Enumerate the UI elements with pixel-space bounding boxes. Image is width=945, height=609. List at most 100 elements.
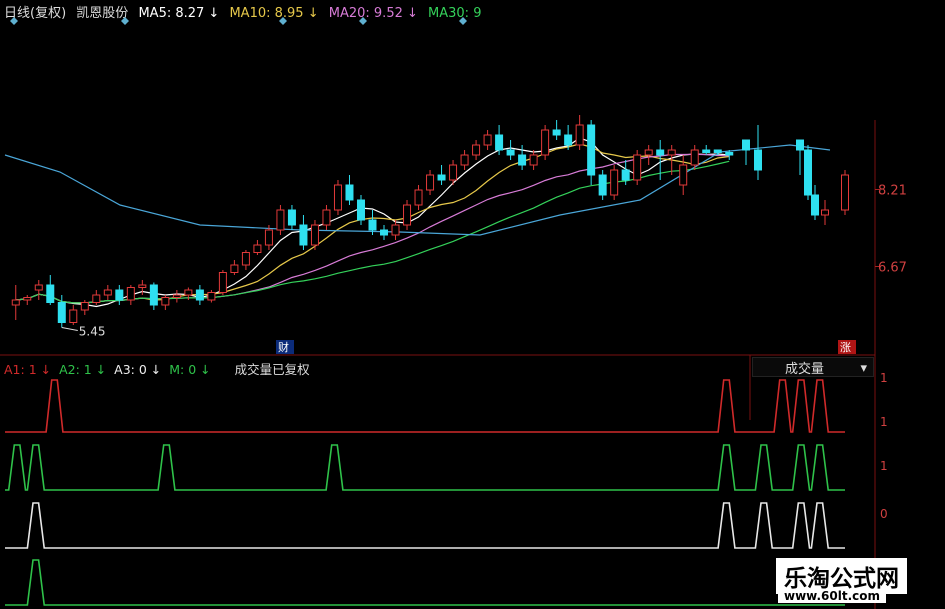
candle-body <box>575 124 584 146</box>
candle-body <box>506 149 515 156</box>
signal-a1-line <box>5 379 845 433</box>
candle-body <box>667 149 676 156</box>
zhang-badge-text: 涨 <box>840 341 851 354</box>
header-marker-icon <box>459 17 467 25</box>
price-tick-label: 6.67 <box>878 261 907 276</box>
candle-body <box>218 272 227 293</box>
candle-body <box>184 289 193 296</box>
price-tick-label: 8.21 <box>878 184 907 199</box>
volume-note: 成交量已复权 <box>234 362 310 377</box>
candle-body <box>804 149 812 196</box>
candle-body <box>380 229 389 236</box>
candle-body <box>426 174 435 191</box>
candle-body <box>253 244 262 253</box>
candle-body <box>356 199 365 221</box>
candle-body <box>115 289 124 301</box>
a2-label: A2: 1 ↓ <box>59 362 107 377</box>
candle-body <box>241 252 250 266</box>
candle-body <box>811 194 819 216</box>
candle-body <box>80 302 89 311</box>
candle-body <box>656 149 665 156</box>
candle-body <box>587 124 596 176</box>
candle-body <box>69 309 78 323</box>
candle-body <box>333 184 342 211</box>
header-marker-icon <box>121 17 129 25</box>
candle-body <box>230 264 239 273</box>
chevron-down-icon: ▾ <box>860 361 867 376</box>
candle-body <box>299 224 308 246</box>
signal-a2-line <box>5 444 845 491</box>
candle-body <box>702 149 711 153</box>
candle-body <box>11 299 20 306</box>
low-price-label: 5.45 <box>79 325 106 339</box>
candle-body <box>610 169 619 196</box>
signal-axis-label: 1 <box>880 371 888 385</box>
candle-body <box>264 229 273 246</box>
candle-body <box>195 289 204 301</box>
candle-body <box>713 149 722 153</box>
candle-body <box>403 204 412 226</box>
candle-body <box>483 134 492 146</box>
candle-body <box>841 174 849 211</box>
candle-body <box>345 184 354 201</box>
candle-body <box>276 209 285 231</box>
candle-body <box>207 292 216 301</box>
candle-body <box>529 154 538 166</box>
candle-body <box>46 284 55 303</box>
candle-body <box>92 294 101 303</box>
candle-body <box>126 287 135 301</box>
candle-body <box>149 284 158 306</box>
candle-body <box>518 154 527 166</box>
candle-body <box>621 169 630 181</box>
candle-body <box>437 174 446 181</box>
candle-body <box>725 152 734 156</box>
candle-body <box>57 302 66 323</box>
candle-body <box>742 139 750 151</box>
candle-body <box>460 154 469 166</box>
signal-m-line <box>5 559 845 606</box>
candle-body <box>391 224 400 236</box>
candle-body <box>368 219 377 231</box>
header-marker-icon <box>10 17 18 25</box>
candle-body <box>23 297 32 301</box>
signal-axis-label: 1 <box>880 415 888 429</box>
candle-body <box>690 149 699 166</box>
indicator-header: A1: 1 ↓ A2: 1 ↓ A3: 0 ↓ M: 0 ↓ 成交量已复权 <box>4 359 314 378</box>
candle-body <box>552 129 561 136</box>
candle-body <box>472 144 481 156</box>
candle-body <box>172 294 181 298</box>
m-label: M: 0 ↓ <box>169 362 211 377</box>
header-marker-icon <box>359 17 367 25</box>
candle-body <box>644 149 653 156</box>
candle-body <box>449 164 458 181</box>
candle-body <box>679 164 688 186</box>
candle-body <box>633 154 642 181</box>
volume-dropdown-label: 成交量 <box>785 362 825 377</box>
candle-body <box>103 289 112 296</box>
candle-body <box>541 129 550 156</box>
candle-body <box>414 189 423 206</box>
candle-body <box>495 134 504 151</box>
low-pointer <box>61 327 78 331</box>
signal-axis-label: 1 <box>880 459 888 473</box>
signal-a3-line <box>5 502 845 549</box>
candle-body <box>310 224 319 246</box>
candle-body <box>138 284 147 288</box>
candle-body <box>287 209 296 226</box>
a1-label: A1: 1 ↓ <box>4 362 52 377</box>
candle-body <box>598 174 607 196</box>
signal-axis-label: 0 <box>880 507 888 521</box>
stock-chart[interactable]: 8.21 6.67 5.45 财 涨 1 1 1 0 <box>0 0 945 609</box>
candle-body <box>322 209 331 226</box>
candle-body <box>564 134 573 146</box>
a3-label: A3: 0 ↓ <box>114 362 162 377</box>
header-marker-icon <box>279 17 287 25</box>
candle-body <box>821 209 829 216</box>
cai-badge-text: 财 <box>278 340 289 354</box>
volume-dropdown[interactable]: 成交量 ▾ <box>752 357 874 377</box>
candle-body <box>796 139 804 151</box>
candle-body <box>34 284 43 291</box>
watermark-url: www.60lt.com <box>778 589 887 603</box>
candle-body <box>161 297 170 306</box>
candle-body <box>754 149 762 171</box>
